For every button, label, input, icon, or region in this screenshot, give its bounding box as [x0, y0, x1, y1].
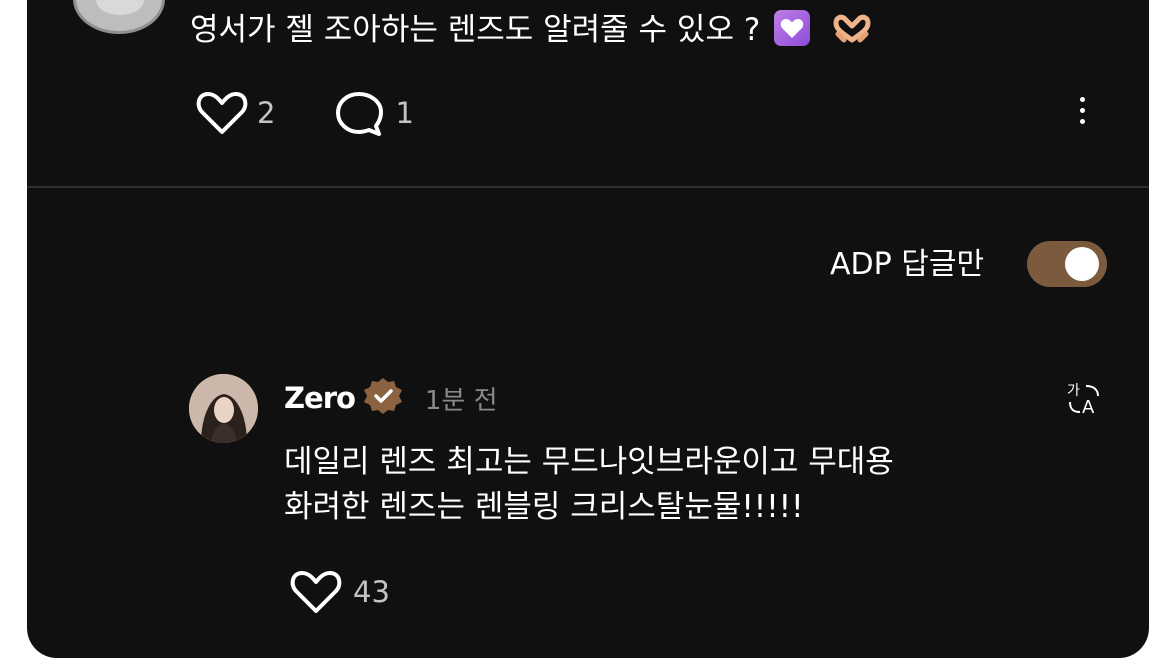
svg-text:가: 가: [1067, 383, 1080, 399]
more-options-icon[interactable]: [1076, 97, 1088, 131]
toggle-knob: [1065, 247, 1099, 281]
heart-outline-icon: [290, 571, 342, 613]
adp-replies-only-toggle[interactable]: [1027, 241, 1107, 287]
svg-text:A: A: [1082, 397, 1095, 416]
like-count: 2: [257, 96, 276, 130]
reply-text-line-2: 화려한 렌즈는 렌블링 크리스탈눈물!!!!!: [284, 489, 804, 525]
reply-author-avatar[interactable]: [189, 374, 258, 443]
verified-badge-icon: [361, 376, 405, 420]
post-text: 영서가 젤 조아하는 렌즈도 알려줄 수 있오 ?: [190, 10, 872, 54]
like-button[interactable]: 2: [195, 89, 275, 137]
reply-button[interactable]: 1: [333, 88, 414, 138]
purple-heart-emoji-icon: [774, 10, 811, 46]
section-divider: [27, 186, 1149, 188]
heart-outline-icon: [196, 92, 248, 134]
adp-replies-only-label: ADP 답글만: [830, 247, 985, 282]
reply-text-line-1: 데일리 렌즈 최고는 무드나잇브라운이고 무대용: [284, 444, 894, 480]
comment-bubble-icon: [336, 92, 384, 136]
translate-icon[interactable]: 가 A: [1064, 380, 1104, 418]
reply-text: 데일리 렌즈 최고는 무드나잇브라운이고 무대용 화려한 렌즈는 렌블링 크리스…: [284, 440, 1044, 530]
heart-hands-emoji-icon: [832, 14, 872, 54]
reply-username[interactable]: Zero: [284, 381, 356, 415]
reply-like-count: 43: [353, 575, 390, 609]
reply-header: Zero 1분 전: [284, 378, 498, 418]
reply-count: 1: [395, 96, 414, 130]
reply-timestamp: 1분 전: [424, 385, 498, 416]
reply-like-button[interactable]: 43: [289, 568, 390, 616]
post-actions: 2 1: [195, 90, 414, 136]
post-text-content: 영서가 젤 조아하는 렌즈도 알려줄 수 있오 ?: [190, 12, 761, 48]
